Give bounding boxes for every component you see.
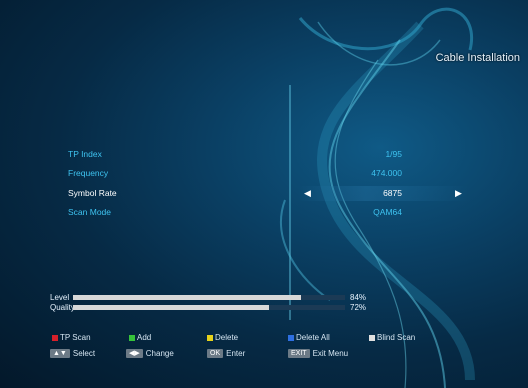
delete-label: Delete xyxy=(215,333,239,342)
delete-all-key[interactable]: Delete All xyxy=(288,333,330,342)
field-value-symbol-rate: 6875 xyxy=(383,188,402,198)
level-label: Level xyxy=(50,293,70,302)
field-value-frequency: 474.000 xyxy=(371,168,402,178)
signal-quality-meter: Quality 72% xyxy=(0,303,528,313)
ok-key-icon: OK xyxy=(207,349,224,359)
blind-scan-label: Blind Scan xyxy=(377,333,416,342)
field-row-scan-mode[interactable]: Scan Mode QAM64 xyxy=(0,205,528,221)
signal-level-meter: Level 84% xyxy=(0,293,528,303)
yellow-key-icon xyxy=(207,334,213,341)
white-key-icon xyxy=(369,334,375,341)
add-label: Add xyxy=(137,333,152,342)
change-hint: ◀▶ Change xyxy=(126,349,174,359)
blue-key-icon xyxy=(288,334,294,341)
change-label: Change xyxy=(145,349,174,358)
field-value-tp-index: 1/95 xyxy=(385,149,402,159)
quality-percent: 72% xyxy=(350,303,367,312)
page-title: Cable Installation xyxy=(435,52,520,64)
exit-hint: EXIT Exit Menu xyxy=(288,349,349,359)
field-row-frequency[interactable]: Frequency 474.000 xyxy=(0,166,528,182)
delete-all-label: Delete All xyxy=(296,333,330,342)
field-label-scan-mode: Scan Mode xyxy=(68,207,111,217)
cable-installation-screen: Cable Installation TP Index 1/95 Frequen… xyxy=(0,0,528,388)
red-key-icon xyxy=(52,334,58,341)
quality-bar-fill xyxy=(73,305,269,310)
field-label-frequency: Frequency xyxy=(68,168,109,178)
level-bar-fill xyxy=(73,295,302,300)
left-right-icon: ◀▶ xyxy=(126,349,143,359)
quality-label: Quality xyxy=(50,303,75,312)
field-value-scan-mode: QAM64 xyxy=(373,207,402,217)
select-label: Select xyxy=(72,349,96,358)
delete-key[interactable]: Delete xyxy=(207,333,238,342)
enter-hint: OK Enter xyxy=(207,349,246,359)
level-percent: 84% xyxy=(350,293,367,302)
exit-menu-label: Exit Menu xyxy=(312,349,349,358)
green-key-icon xyxy=(129,334,135,341)
tp-scan-key[interactable]: TP Scan xyxy=(52,333,91,342)
arrow-right-icon[interactable]: ▶ xyxy=(455,188,462,199)
add-key[interactable]: Add xyxy=(129,333,151,342)
enter-label: Enter xyxy=(226,349,246,358)
field-label-tp-index: TP Index xyxy=(68,149,102,159)
field-label-symbol-rate: Symbol Rate xyxy=(68,188,117,198)
up-down-icon: ▲▼ xyxy=(50,349,70,359)
level-bar-track xyxy=(73,295,345,300)
field-row-tp-index[interactable]: TP Index 1/95 xyxy=(0,147,528,163)
arrow-left-icon[interactable]: ◀ xyxy=(304,188,311,199)
select-hint: ▲▼ Select xyxy=(50,349,96,359)
exit-key-icon: EXIT xyxy=(288,349,310,359)
quality-bar-track xyxy=(73,305,345,310)
tp-scan-label: TP Scan xyxy=(60,333,91,342)
blind-scan-key[interactable]: Blind Scan xyxy=(369,333,415,342)
field-row-symbol-rate[interactable]: Symbol Rate ◀ 6875 ▶ xyxy=(0,186,528,202)
